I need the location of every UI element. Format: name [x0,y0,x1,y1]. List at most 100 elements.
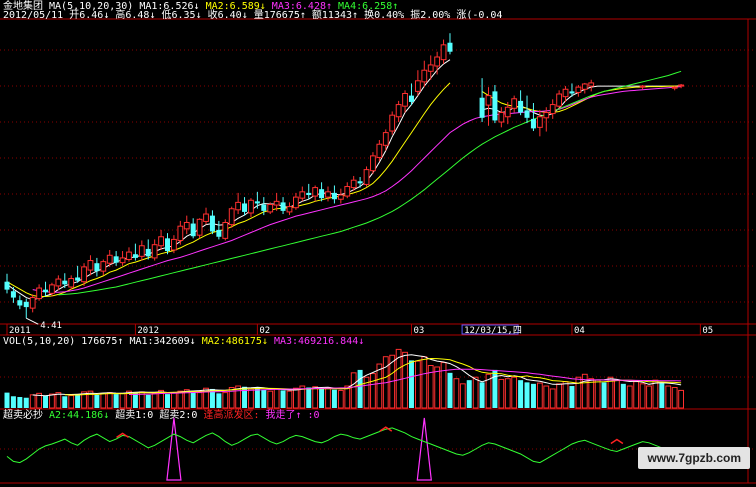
candle-body [235,201,242,211]
candle-body [389,114,396,132]
candle-body [363,169,370,185]
candle-body [132,254,138,258]
candle-body [485,95,492,106]
volume-bar [145,394,151,408]
candle-body [306,192,312,195]
low-price-label: 4.41 [40,321,62,331]
candle-body [395,104,402,118]
candle-body [209,215,215,232]
main-header-line2: 2012/05/11 开6.46↓ 高6.48↓ 低6.35↓ 收6.40↓ 量… [3,8,502,21]
volume-bar [421,356,428,409]
candle-body [273,200,280,206]
main-header-line2-item: 2012/05/11 [3,10,63,21]
candle-body [639,85,646,88]
candle-body [325,191,331,198]
candle-body [100,261,107,272]
date-tick-label: 2012 [137,326,159,336]
volume-bar [466,380,472,408]
date-tick-label: 2011 [9,326,31,336]
volume-bar [293,387,299,409]
vol-header-line-item: MA2:486175↓ [196,336,268,347]
volume-bar [440,362,447,409]
volume-bar [659,383,665,408]
candle-body [440,44,447,61]
volume-bar [196,392,203,409]
candle-body [228,208,235,226]
candle-body [203,213,209,222]
candle-body [344,186,351,197]
volume-bar [94,394,100,408]
candle-body [524,110,530,118]
candle [267,202,274,215]
volume-bar [646,385,652,409]
main-header-line2-item: 低6.35↓ [155,8,201,21]
candle-body [678,84,685,87]
volume-bar [261,389,267,408]
volume-bar [594,379,601,409]
volume-bar [639,383,646,409]
candle-body [337,194,344,200]
candle-body [331,192,337,200]
volume-bar [492,369,498,408]
vol-header-line-item: 176675↑ [75,336,123,347]
candle-body [254,201,260,204]
volume-bar [447,372,453,408]
candle-body [126,251,132,260]
candle-body [357,181,363,184]
volume-bar [569,386,575,408]
candle-body [569,91,575,94]
main-header-line2-item: 开6.46↓ [63,10,109,21]
volume-bar [325,386,331,409]
ind-header-line: 超卖必抄 A2:44.186↓ 超卖1:0 超卖2:0 逢高派发区: 我走了↑ … [3,408,320,421]
candle-body [382,132,389,146]
candle-body [29,297,36,309]
candle-body [293,196,299,209]
volume-bar [665,385,672,409]
volume-bar [459,383,466,409]
candle-body [62,280,68,285]
candle-body [10,291,16,298]
volume-bar [671,386,678,409]
volume-bar [171,392,177,409]
candle-body [196,218,203,236]
volume-bar [68,395,75,409]
volume-bar [498,378,505,409]
candle-body [280,202,286,211]
candle-body [581,83,588,90]
indicator-header: 超卖必抄 A2:44.186↓ 超卖1:0 超卖2:0 逢高派发区: 我走了↑ … [3,408,320,421]
candle-body [447,42,453,52]
volume-bar [562,381,569,409]
candle-body [261,204,267,211]
candle-body [556,93,563,107]
volume-bar [248,388,254,409]
candle-body [504,106,511,118]
candle-body [536,116,543,128]
volume-bar [55,392,62,409]
candle [370,152,376,174]
candle-body [138,245,145,257]
volume-bar [402,351,408,409]
candle-body [671,86,678,89]
volume-bar [23,397,29,408]
volume-bar [588,378,595,409]
volume-bar [43,395,49,408]
candle-body [299,191,306,199]
volume-bar [511,376,518,409]
candle-body [49,284,55,294]
ind-header-line-item: A2:44.186↓ [43,410,109,421]
cursor-date-label: 12/03/15,四 [464,326,522,336]
candle-body [267,204,274,213]
candle-body [165,238,170,252]
date-tick-label: 02 [259,326,270,336]
volume-bar [408,360,414,408]
volume-bar [626,385,633,409]
candle-body [55,278,62,287]
volume-bar [306,387,312,408]
volume-bar [370,373,376,409]
volume-bar [312,386,319,409]
candle-body [17,300,23,306]
volume-bar [549,388,556,409]
volume-bar [453,378,460,409]
ind-header-line-item: 我走了↑ :0 [259,409,319,421]
candle-body [43,289,49,293]
